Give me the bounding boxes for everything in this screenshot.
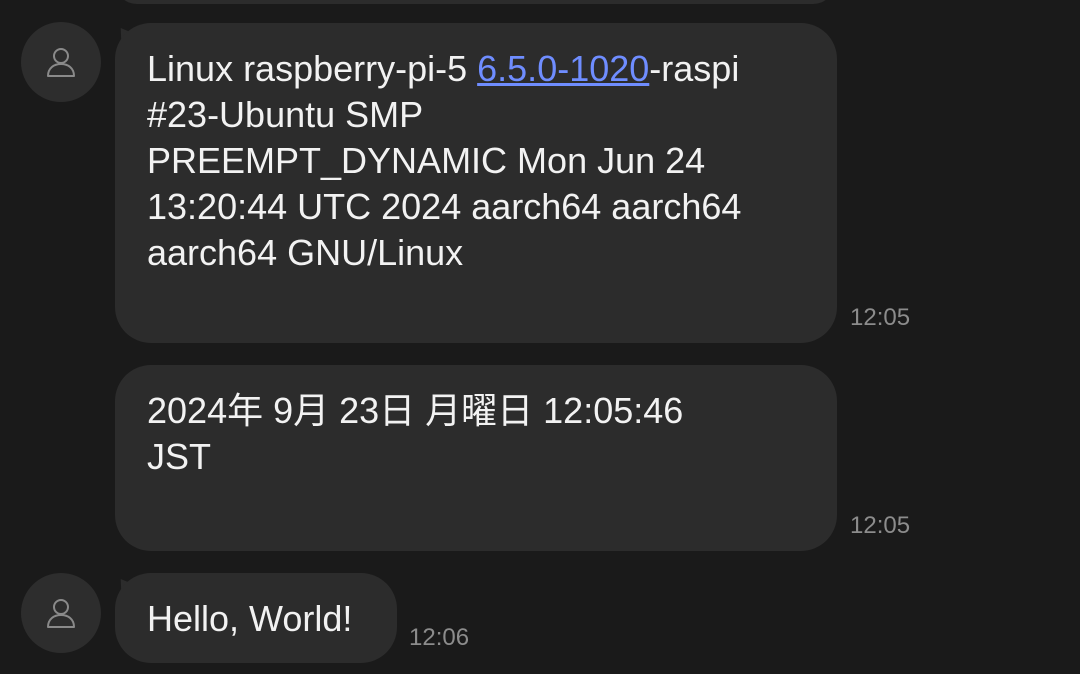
message-text-line: #23-Ubuntu SMP — [147, 94, 424, 135]
message-bubble[interactable]: Hello, World! — [115, 573, 397, 663]
previous-message-bubble — [115, 0, 835, 4]
message-text-line: PREEMPT_DYNAMIC Mon Jun 24 — [147, 140, 706, 181]
message-timestamp: 12:05 — [850, 304, 911, 331]
message-text-line: 2024年 9月 23日 月曜日 12:05:46 — [147, 390, 684, 431]
chat-view[interactable]: Linux raspberry-pi-5 6.5.0-1020-raspi #2… — [0, 0, 1080, 674]
message-text-line: JST — [147, 436, 212, 477]
message-bubble[interactable]: 2024年 9月 23日 月曜日 12:05:46 JST — [115, 365, 837, 551]
version-link[interactable]: 6.5.0-1020 — [477, 48, 649, 89]
sender-avatar[interactable] — [21, 22, 101, 102]
sender-avatar[interactable] — [21, 573, 101, 653]
message-timestamp: 12:05 — [850, 512, 911, 539]
person-outline-icon — [47, 599, 75, 628]
message-text-line: Hello, World! — [147, 598, 353, 639]
person-outline-icon — [47, 48, 75, 77]
message-timestamp: 12:06 — [409, 624, 470, 651]
message-text-line: Linux raspberry-pi-5 6.5.0-1020-raspi — [147, 48, 740, 89]
message-bubble[interactable]: Linux raspberry-pi-5 6.5.0-1020-raspi #2… — [115, 23, 837, 343]
message-text-line: 13:20:44 UTC 2024 aarch64 aarch64 — [147, 186, 742, 227]
message-text-line: aarch64 GNU/Linux — [147, 232, 464, 273]
